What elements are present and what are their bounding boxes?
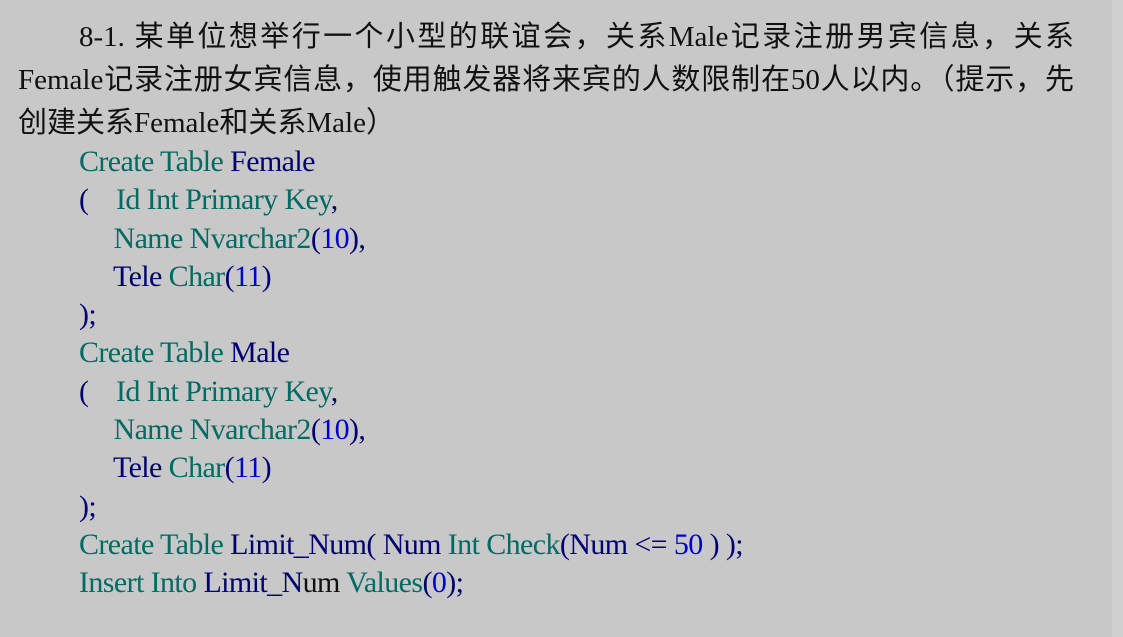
code-token: Insert Into (79, 566, 204, 600)
code-token: ( (224, 259, 235, 293)
code-line: Insert Into Limit_Num Values(0); (79, 564, 743, 602)
code-token: Create Table (79, 336, 231, 370)
code-token: 10 (320, 413, 350, 447)
code-line: Name Nvarchar2(10), (79, 411, 743, 449)
code-line: Tele Char(11) (79, 258, 743, 296)
code-token: ) ); (702, 527, 744, 561)
code-token: 50 (673, 527, 703, 561)
code-token: ); (79, 489, 97, 523)
code-token: Char (168, 259, 226, 293)
code-token: , (330, 183, 338, 217)
code-token: um (302, 566, 347, 600)
code-token: ), (349, 221, 366, 255)
code-token: 10 (320, 221, 350, 255)
code-line: Name Nvarchar2(10), (79, 220, 743, 258)
code-line: ); (79, 296, 743, 334)
code-token: Limit_N (203, 566, 303, 600)
code-token: Create Table (79, 527, 231, 561)
code-line: Create Table Female (79, 143, 743, 181)
code-token: Create Table (79, 145, 231, 178)
code-token: Limit_Num( Num (230, 527, 448, 561)
code-token: 0 (431, 566, 447, 600)
code-line: ); (79, 488, 743, 526)
code-token: Male (230, 336, 290, 370)
code-token: ) (261, 451, 272, 485)
sql-code-block: Create Table Female( Id Int Primary Key,… (79, 143, 744, 603)
code-token: 11 (233, 259, 262, 293)
right-edge-strip (1112, 0, 1123, 637)
code-token: ( (422, 566, 432, 600)
code-token: Char (168, 451, 226, 485)
code-token: Tele (79, 451, 169, 485)
code-line: Tele Char(11) (79, 449, 743, 487)
code-line: Create Table Male (79, 334, 743, 372)
code-line: Create Table Limit_Num( Num Int Check(Nu… (79, 526, 744, 564)
code-token: 11 (233, 451, 262, 485)
code-token: ( (79, 183, 116, 217)
code-token: Tele (79, 259, 169, 293)
code-token: ( (310, 221, 321, 255)
code-line: ( Id Int Primary Key, (79, 181, 743, 219)
code-token: Name Nvarchar2 (79, 221, 312, 255)
code-token: Id Int Primary Key (116, 183, 331, 217)
code-token: ( (224, 451, 235, 485)
code-token: Int Check (447, 527, 561, 561)
code-line: ( Id Int Primary Key, (79, 373, 743, 411)
code-token: ); (446, 566, 464, 600)
code-token: (Num <= (559, 527, 674, 561)
code-token: Values (346, 566, 423, 600)
code-token: ( (79, 374, 116, 408)
code-token: Female (230, 145, 315, 178)
code-token: Name Nvarchar2 (79, 413, 312, 447)
code-token: ( (310, 413, 321, 447)
problem-statement: 8-1. 某单位想举行一个小型的联谊会，关系Male记录注册男宾信息，关系Fem… (18, 21, 1074, 139)
code-token: ) (261, 259, 272, 293)
code-token: ); (79, 298, 97, 332)
code-token: , (330, 374, 338, 408)
code-token: ), (349, 413, 366, 447)
code-token: Id Int Primary Key (116, 374, 331, 408)
